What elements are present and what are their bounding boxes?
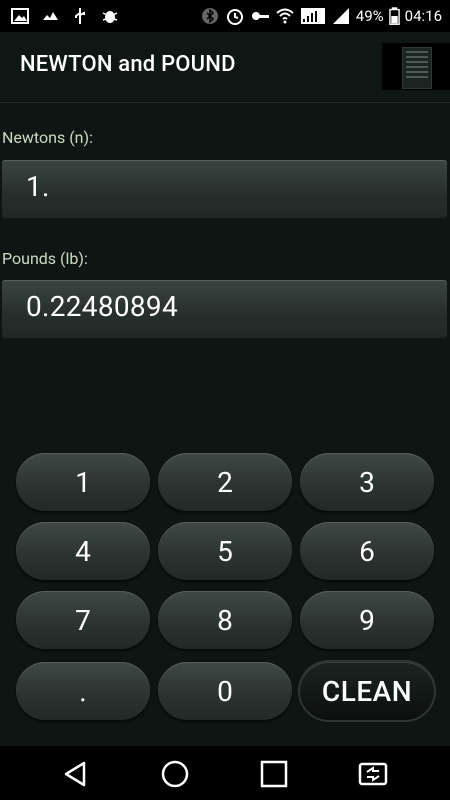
pounds-value: 0.22480894	[26, 290, 179, 323]
key-1[interactable]: 1	[16, 453, 150, 511]
back-icon[interactable]	[60, 758, 92, 790]
app-title: NEWTON and POUND	[20, 52, 236, 77]
key-8[interactable]: 8	[158, 591, 292, 649]
bug-icon	[102, 11, 118, 23]
gallery-icon	[11, 8, 29, 24]
cloud-icon	[43, 12, 58, 20]
key-4[interactable]: 4	[16, 522, 150, 580]
newtons-input[interactable]: 1.	[2, 160, 447, 218]
recents-icon[interactable]	[258, 758, 290, 790]
signal-icon	[332, 8, 349, 24]
key-9[interactable]: 9	[300, 591, 434, 649]
usb-icon	[75, 8, 85, 24]
clean-button[interactable]: CLEAN	[300, 662, 434, 720]
signal-icon	[300, 8, 325, 24]
newtons-label: Newtons (n):	[2, 128, 93, 147]
clock: 04:16	[404, 7, 442, 25]
key-7[interactable]: 7	[16, 591, 150, 649]
key-2[interactable]: 2	[158, 453, 292, 511]
key-decimal[interactable]: .	[16, 662, 150, 720]
wifi-icon	[276, 8, 294, 24]
key-3[interactable]: 3	[300, 453, 434, 511]
pounds-output[interactable]: 0.22480894	[2, 280, 447, 338]
status-bar: 49% 04:16	[0, 0, 450, 32]
home-icon[interactable]	[159, 758, 191, 790]
alarm-icon	[226, 9, 243, 25]
dual-window-icon[interactable]	[357, 758, 389, 790]
app-thumbnail[interactable]	[382, 43, 450, 90]
pounds-label: Pounds (lb):	[2, 249, 88, 268]
bluetooth-icon	[201, 8, 218, 24]
battery-percent: 49%	[355, 7, 384, 25]
battery-icon	[388, 7, 400, 25]
key-0[interactable]: 0	[158, 662, 292, 720]
key-icon	[251, 12, 269, 20]
key-6[interactable]: 6	[300, 522, 434, 580]
app-bar: NEWTON and POUND	[0, 32, 450, 103]
navigation-bar	[0, 746, 450, 800]
newtons-value: 1.	[26, 170, 50, 203]
key-5[interactable]: 5	[158, 522, 292, 580]
